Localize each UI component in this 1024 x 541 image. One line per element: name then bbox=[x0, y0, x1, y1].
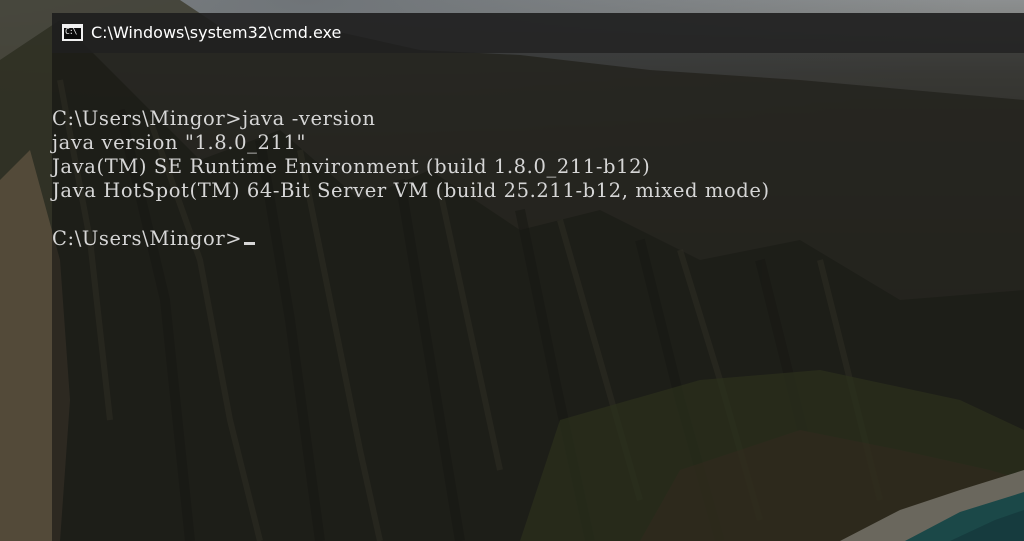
terminal-line: Java(TM) SE Runtime Environment (build 1… bbox=[52, 155, 651, 178]
terminal-line bbox=[52, 83, 1024, 107]
terminal-line: Java HotSpot(TM) 64-Bit Server VM (build… bbox=[52, 179, 770, 202]
terminal-output[interactable]: C:\Users\Mingor>java -version java versi… bbox=[52, 83, 1024, 251]
desktop: C:\ C:\Windows\system32\cmd.exe C:\Users… bbox=[0, 0, 1024, 541]
terminal-prompt: C:\Users\Mingor> bbox=[52, 227, 243, 250]
terminal-line: C:\Users\Mingor>java -version bbox=[52, 107, 376, 130]
cmd-window[interactable]: C:\ C:\Windows\system32\cmd.exe C:\Users… bbox=[52, 13, 1024, 541]
cmd-icon: C:\ bbox=[62, 24, 83, 41]
text-cursor bbox=[244, 242, 256, 245]
terminal-prompt-line[interactable]: C:\Users\Mingor> bbox=[52, 227, 1024, 251]
window-titlebar[interactable]: C:\ C:\Windows\system32\cmd.exe bbox=[52, 13, 1024, 53]
terminal-line bbox=[52, 203, 1024, 227]
window-title: C:\Windows\system32\cmd.exe bbox=[91, 23, 342, 42]
cmd-icon-glyph: C:\ bbox=[65, 27, 77, 36]
terminal-line: java version "1.8.0_211" bbox=[52, 131, 307, 154]
